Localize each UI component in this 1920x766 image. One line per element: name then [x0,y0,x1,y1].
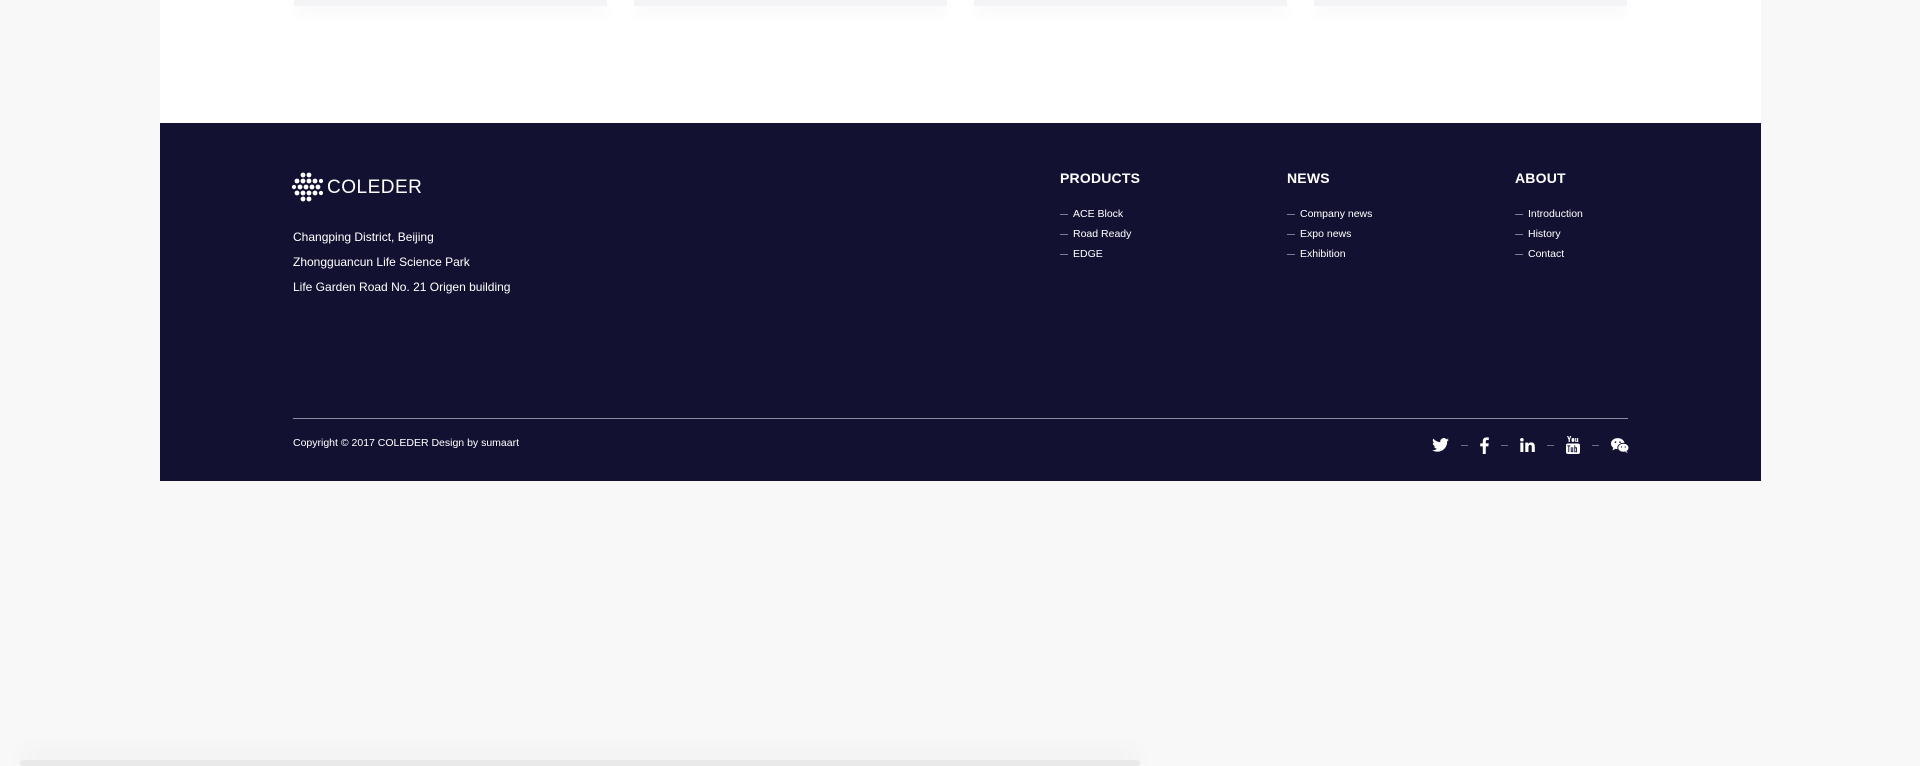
footer-link[interactable]: EDGE [1060,244,1140,264]
brand-logo[interactable]: COLEDER [291,172,422,204]
address-line: Zhongguancun Life Science Park [293,255,470,269]
footer-column-products: PRODUCTS ACE Block Road Ready EDGE [1060,170,1140,264]
copyright-text: Copyright © 2017 COLEDER Design by sumaa… [293,437,520,449]
column-title: NEWS [1287,170,1330,186]
address-block: Changping District, Beijing Zhongguancun… [293,225,510,300]
footer-link[interactable]: Contact [1515,244,1583,264]
footer-column-news: NEWS Company news Expo news Exhibition [1287,170,1372,264]
link-list: Company news Expo news Exhibition [1287,204,1372,264]
youtube-icon[interactable] [1566,435,1580,455]
link-label: History [1528,228,1561,240]
dash-icon [1287,253,1295,255]
site-footer: COLEDER Changping District, Beijing Zhon… [160,123,1761,481]
linkedin-icon[interactable] [1520,435,1535,455]
dash-icon [1287,213,1295,215]
footer-link[interactable]: Exhibition [1287,244,1372,264]
social-separator [1547,444,1554,446]
link-label: Contact [1528,248,1565,260]
social-separator [1501,444,1508,446]
dash-icon [1060,233,1068,235]
content-area [160,0,1761,123]
link-list: ACE Block Road Ready EDGE [1060,204,1140,264]
column-title: PRODUCTS [1060,170,1141,186]
link-label: EDGE [1073,248,1103,260]
bottom-panel-edge [20,760,1140,766]
footer-link[interactable]: History [1515,224,1583,244]
dash-icon [1515,253,1523,255]
dash-icon [1287,233,1295,235]
link-label: Expo news [1300,228,1352,240]
column-title: ABOUT [1515,170,1566,186]
page-container: COLEDER Changping District, Beijing Zhon… [160,0,1761,481]
footer-column-about: ABOUT Introduction History Contact [1515,170,1583,264]
brand-name: COLEDER [327,177,423,198]
link-label: Company news [1300,208,1373,220]
dash-icon [1060,253,1068,255]
link-label: Exhibition [1300,248,1346,260]
twitter-icon[interactable] [1432,435,1449,455]
address-line: Life Garden Road No. 21 Origen building [293,280,511,294]
logo-dots-icon [291,172,323,202]
social-links [1432,435,1629,455]
dash-icon [1515,233,1523,235]
footer-link[interactable]: Introduction [1515,204,1583,224]
social-separator [1461,444,1468,446]
footer-divider [293,418,1628,419]
wechat-icon[interactable] [1611,435,1629,455]
content-card[interactable] [294,0,607,6]
content-card[interactable] [1314,0,1627,6]
footer-link[interactable]: Road Ready [1060,224,1140,244]
link-list: Introduction History Contact [1515,204,1583,264]
link-label: ACE Block [1073,208,1124,220]
address-line: Changping District, Beijing [293,230,434,244]
footer-link[interactable]: Company news [1287,204,1372,224]
link-label: Road Ready [1073,228,1132,240]
social-separator [1592,444,1599,446]
link-label: Introduction [1528,208,1583,220]
footer-link[interactable]: ACE Block [1060,204,1140,224]
content-card[interactable] [634,0,947,6]
content-card[interactable] [974,0,1287,6]
facebook-icon[interactable] [1480,435,1489,455]
dash-icon [1060,213,1068,215]
dash-icon [1515,213,1523,215]
footer-link[interactable]: Expo news [1287,224,1372,244]
